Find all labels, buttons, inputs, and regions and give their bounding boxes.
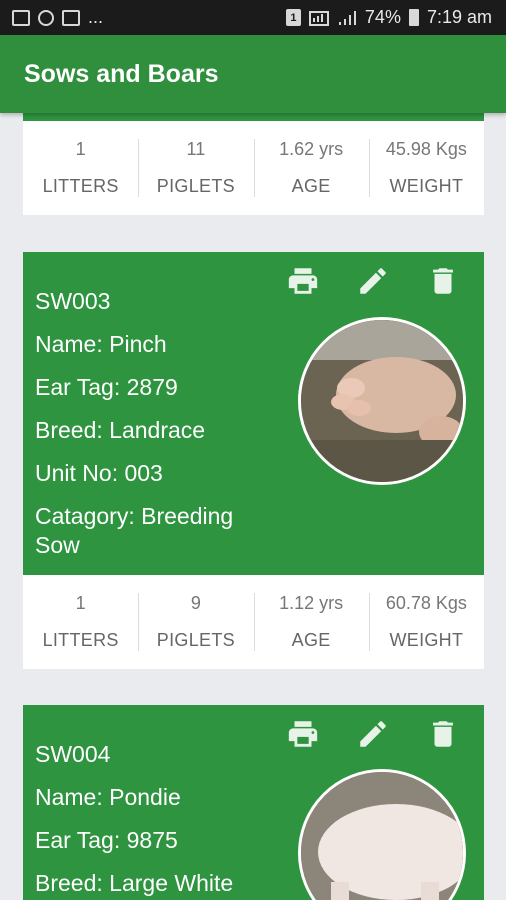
litters-label: LITTERS	[42, 630, 119, 650]
pencil-icon[interactable]	[356, 717, 390, 751]
sow-category: Catagory: Breeding Sow	[35, 503, 234, 558]
cell-signal-icon	[338, 10, 356, 25]
sow-breed: Breed: Large White	[35, 870, 234, 896]
trash-icon[interactable]	[426, 717, 460, 751]
stat-age: 1.12 yrs AGE	[253, 575, 369, 669]
sow-photo[interactable]	[298, 769, 466, 900]
page-title: Sows and Boars	[24, 59, 219, 88]
weight-label: WEIGHT	[389, 176, 464, 196]
weight-label: WEIGHT	[389, 630, 464, 650]
status-bar: ... 1 74% 7:19 am	[0, 0, 506, 35]
pencil-icon[interactable]	[356, 264, 390, 298]
stat-weight: 45.98 Kgs WEIGHT	[368, 121, 484, 215]
sow-info: SW004 Name: Pondie Ear Tag: 9875 Breed: …	[35, 733, 233, 900]
sow-ear-tag: Ear Tag: 2879	[35, 374, 178, 400]
gallery-notification-icon	[12, 9, 30, 26]
weight-value: 45.98 Kgs	[385, 139, 467, 159]
sow-id: SW004	[35, 741, 111, 767]
piglets-value: 9	[190, 593, 201, 613]
age-value: 1.12 yrs	[279, 593, 344, 613]
sow-name: Name: Pondie	[35, 784, 181, 810]
stat-age: 1.62 yrs AGE	[253, 121, 369, 215]
trash-icon[interactable]	[426, 264, 460, 298]
printer-icon[interactable]	[286, 717, 320, 751]
piglets-label: PIGLETS	[156, 630, 235, 650]
age-label: AGE	[291, 176, 331, 196]
card-actions	[286, 717, 460, 751]
sow-card-header[interactable]	[23, 113, 484, 121]
sow-card[interactable]: SW003 Name: Pinch Ear Tag: 2879 Breed: L…	[23, 252, 484, 575]
sow-name: Name: Pinch	[35, 331, 167, 357]
sow-photo-image	[301, 772, 463, 900]
piglets-value: 11	[186, 139, 206, 159]
sow-photo[interactable]	[298, 317, 466, 485]
litters-value: 1	[75, 593, 86, 613]
sow-id: SW003	[35, 288, 111, 314]
app-bar: Sows and Boars	[0, 35, 506, 113]
battery-icon	[408, 9, 419, 26]
sow-ear-tag: Ear Tag: 9875	[35, 827, 178, 853]
sow-stats-row: 1 LITTERS 9 PIGLETS 1.12 yrs AGE 60.78 K…	[23, 575, 484, 669]
stat-piglets: 11 PIGLETS	[138, 121, 253, 215]
stat-litters: 1 LITTERS	[23, 121, 138, 215]
weight-value: 60.78 Kgs	[385, 593, 467, 613]
clock: 7:19 am	[426, 7, 492, 27]
litters-label: LITTERS	[42, 176, 119, 196]
battery-percent: 74%	[364, 7, 401, 27]
sow-unit: Unit No: 003	[35, 460, 163, 486]
sow-breed: Breed: Landrace	[35, 417, 206, 443]
card-actions	[286, 264, 460, 298]
stat-weight: 60.78 Kgs WEIGHT	[368, 575, 484, 669]
sow-list[interactable]: 1 LITTERS 11 PIGLETS 1.62 yrs AGE 45.98 …	[0, 113, 506, 900]
stat-piglets: 9 PIGLETS	[138, 575, 253, 669]
sow-info: SW003 Name: Pinch Ear Tag: 2879 Breed: L…	[35, 280, 265, 560]
data-signal-icon	[308, 10, 329, 26]
piglets-label: PIGLETS	[156, 176, 235, 196]
mail-notification-icon	[62, 9, 80, 26]
sow-card[interactable]: SW004 Name: Pondie Ear Tag: 9875 Breed: …	[23, 705, 484, 900]
stat-litters: 1 LITTERS	[23, 575, 138, 669]
age-label: AGE	[291, 630, 331, 650]
sow-photo-image	[301, 320, 463, 482]
litters-value: 1	[75, 139, 86, 159]
more-notifications: ...	[88, 7, 104, 27]
printer-icon[interactable]	[286, 264, 320, 298]
settings-notification-icon	[38, 9, 54, 26]
age-value: 1.62 yrs	[279, 139, 344, 159]
sow-stats-row: 1 LITTERS 11 PIGLETS 1.62 yrs AGE 45.98 …	[23, 121, 484, 215]
sim-icon: 1	[285, 9, 301, 26]
